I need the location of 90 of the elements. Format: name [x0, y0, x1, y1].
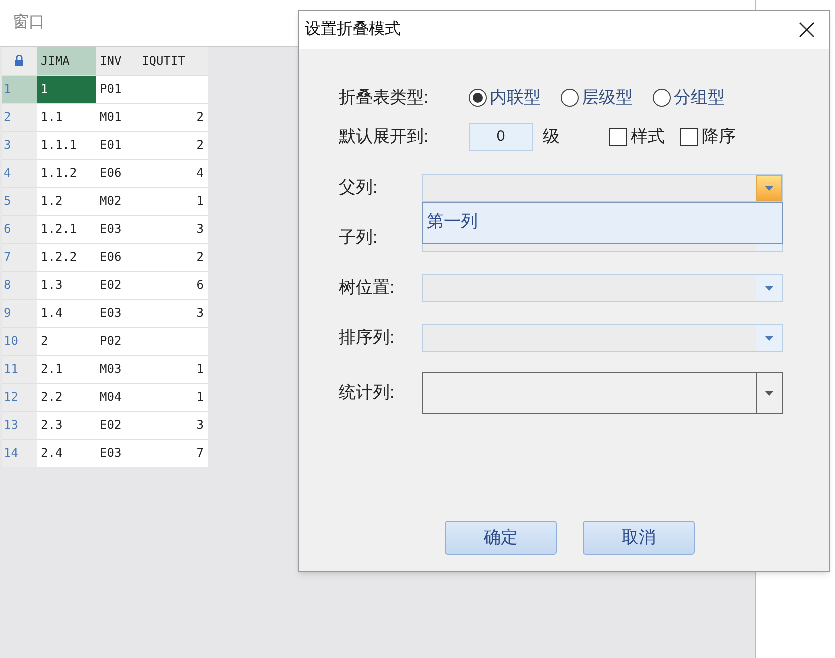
column-header[interactable]: JIMA [37, 47, 96, 75]
checkbox-option[interactable]: 样式 [609, 124, 665, 150]
dialog-title: 设置折叠模式 [305, 20, 401, 40]
table-cell: 2 [138, 131, 208, 159]
table-cell: 2.4 [37, 439, 96, 467]
table-cell: 2.1 [37, 355, 96, 383]
table-cell: E03 [96, 299, 138, 327]
row-number[interactable]: 1 [2, 75, 37, 103]
row-number[interactable]: 2 [2, 103, 37, 131]
field-label: 折叠表类型: [339, 87, 430, 110]
row-number[interactable]: 12 [2, 383, 37, 411]
dropdown-option[interactable]: 第一列 [423, 203, 782, 234]
checkbox-option[interactable]: 降序 [680, 124, 736, 150]
table-cell: 1.1.2 [37, 159, 96, 187]
row-number[interactable]: 11 [2, 355, 37, 383]
table-cell: E02 [96, 271, 138, 299]
dropdown-button[interactable] [756, 275, 782, 301]
table-cell: 1.2.2 [37, 243, 96, 271]
table-cell: 2 [138, 103, 208, 131]
table-cell: 3 [138, 299, 208, 327]
row-number[interactable]: 6 [2, 215, 37, 243]
row-number[interactable]: 3 [2, 131, 37, 159]
table-cell: E06 [96, 243, 138, 271]
column-header[interactable]: INV [96, 47, 138, 75]
table-cell: M01 [96, 103, 138, 131]
table-cell: 1 [138, 187, 208, 215]
row-number[interactable]: 5 [2, 187, 37, 215]
row-number[interactable]: 7 [2, 243, 37, 271]
table-cell: E06 [96, 159, 138, 187]
table-cell: 7 [138, 439, 208, 467]
table-cell: M04 [96, 383, 138, 411]
row-number[interactable]: 14 [2, 439, 37, 467]
column-header[interactable]: IQUTIT [138, 47, 208, 75]
table-cell: 1.4 [37, 299, 96, 327]
table-cell: M03 [96, 355, 138, 383]
lock-icon [15, 55, 24, 66]
table-cell: 3 [138, 411, 208, 439]
dropdown-button[interactable] [756, 325, 782, 351]
table-cell: P01 [96, 75, 138, 103]
table-cell: P02 [96, 327, 138, 355]
radio-option[interactable]: 分组型 [653, 85, 725, 111]
table-cell: 1.2 [37, 187, 96, 215]
dialog-button[interactable]: 确定 [445, 521, 557, 555]
dropdown-button[interactable] [756, 175, 782, 201]
table-cell: 1 [37, 75, 96, 103]
row-number[interactable]: 8 [2, 271, 37, 299]
table-cell: E03 [96, 439, 138, 467]
table-cell: 3 [138, 215, 208, 243]
dialog-button[interactable]: 取消 [583, 521, 695, 555]
combo-box[interactable] [422, 372, 783, 414]
table-cell: M02 [96, 187, 138, 215]
checkbox[interactable] [609, 128, 627, 146]
table-cell: 1.1.1 [37, 131, 96, 159]
window-title: 窗口 [13, 12, 45, 33]
field-label: 父列: [339, 177, 379, 200]
close-icon[interactable] [799, 22, 815, 38]
table-cell [138, 327, 208, 355]
radio-option[interactable]: 内联型 [469, 85, 541, 111]
caret-icon [764, 186, 774, 190]
table-cell: 2 [138, 243, 208, 271]
caret-icon [765, 390, 774, 396]
table-cell: E03 [96, 215, 138, 243]
table-cell: 1 [138, 383, 208, 411]
table-cell: 2.2 [37, 383, 96, 411]
radio-option[interactable]: 层级型 [561, 85, 633, 111]
caret-icon [764, 336, 774, 340]
table-cell: E02 [96, 411, 138, 439]
field-label: 子列: [339, 227, 379, 250]
table-cell [138, 75, 208, 103]
row-number[interactable]: 10 [2, 327, 37, 355]
table-cell: 4 [138, 159, 208, 187]
caret-icon [764, 286, 774, 290]
table-cell: 6 [138, 271, 208, 299]
unit-label: 级 [543, 126, 561, 148]
field-label: 默认展开到: [339, 126, 430, 148]
table-cell: E01 [96, 131, 138, 159]
field-label: 统计列: [339, 382, 396, 404]
row-number[interactable]: 9 [2, 299, 37, 327]
table-cell: 1.1 [37, 103, 96, 131]
field-label: 树位置: [339, 277, 396, 300]
table-cell: 1 [138, 355, 208, 383]
row-number[interactable]: 13 [2, 411, 37, 439]
number-field[interactable]: 0 [469, 123, 533, 151]
checkbox[interactable] [680, 128, 698, 146]
row-number[interactable]: 4 [2, 159, 37, 187]
table-cell: 1.3 [37, 271, 96, 299]
table-cell: 2.3 [37, 411, 96, 439]
field-label: 排序列: [339, 327, 396, 350]
table-cell: 2 [37, 327, 96, 355]
table-cell: 1.2.1 [37, 215, 96, 243]
